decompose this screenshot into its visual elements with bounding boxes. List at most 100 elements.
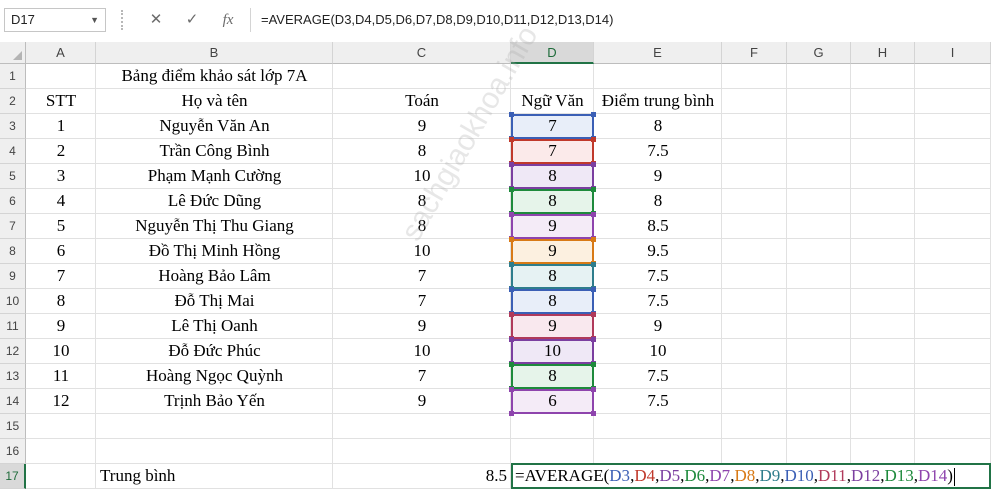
insert-function-icon[interactable]: fx [214, 8, 242, 32]
row-header-6[interactable]: 6 [0, 189, 26, 214]
row-header-9[interactable]: 9 [0, 264, 26, 289]
cell-h11[interactable] [851, 314, 915, 339]
cell-g14[interactable] [787, 389, 851, 414]
cell-d1[interactable] [511, 64, 594, 89]
select-all-corner[interactable] [0, 42, 26, 64]
cell-g11[interactable] [787, 314, 851, 339]
cell-h12[interactable] [851, 339, 915, 364]
column-header-f[interactable]: F [722, 42, 787, 64]
cell-f11[interactable] [722, 314, 787, 339]
cell-h4[interactable] [851, 139, 915, 164]
cell-f9[interactable] [722, 264, 787, 289]
cell-h14[interactable] [851, 389, 915, 414]
cell-c16[interactable] [333, 439, 511, 464]
cell-f1[interactable] [722, 64, 787, 89]
column-header-a[interactable]: A [26, 42, 96, 64]
cell-i14[interactable] [915, 389, 991, 414]
row-header-13[interactable]: 13 [0, 364, 26, 389]
row-header-14[interactable]: 14 [0, 389, 26, 414]
cell-a17[interactable] [26, 464, 96, 489]
cell-f15[interactable] [722, 414, 787, 439]
cell-i8[interactable] [915, 239, 991, 264]
column-header-g[interactable]: G [787, 42, 851, 64]
row-header-17[interactable]: 17 [0, 464, 26, 489]
row-header-2[interactable]: 2 [0, 89, 26, 114]
cell-f14[interactable] [722, 389, 787, 414]
cell-i12[interactable] [915, 339, 991, 364]
cell-i11[interactable] [915, 314, 991, 339]
cell-h10[interactable] [851, 289, 915, 314]
cell-g3[interactable] [787, 114, 851, 139]
row-header-16[interactable]: 16 [0, 439, 26, 464]
cancel-icon[interactable]: ✕ [142, 8, 170, 32]
cell-f3[interactable] [722, 114, 787, 139]
cell-i7[interactable] [915, 214, 991, 239]
cell-i3[interactable] [915, 114, 991, 139]
cell-g6[interactable] [787, 189, 851, 214]
cell-g12[interactable] [787, 339, 851, 364]
cell-h8[interactable] [851, 239, 915, 264]
cell-f8[interactable] [722, 239, 787, 264]
column-header-d[interactable]: D [511, 42, 594, 64]
cell-i13[interactable] [915, 364, 991, 389]
cell-h9[interactable] [851, 264, 915, 289]
cell-g1[interactable] [787, 64, 851, 89]
cell-h5[interactable] [851, 164, 915, 189]
cell-h2[interactable] [851, 89, 915, 114]
cell-a15[interactable] [26, 414, 96, 439]
row-header-7[interactable]: 7 [0, 214, 26, 239]
cell-g9[interactable] [787, 264, 851, 289]
editing-cell-d17[interactable]: =AVERAGE(D3,D4,D5,D6,D7,D8,D9,D10,D11,D1… [511, 463, 991, 489]
cell-f10[interactable] [722, 289, 787, 314]
cell-c15[interactable] [333, 414, 511, 439]
column-header-e[interactable]: E [594, 42, 722, 64]
cell-i5[interactable] [915, 164, 991, 189]
cell-d16[interactable] [511, 439, 594, 464]
cell-g4[interactable] [787, 139, 851, 164]
cell-g13[interactable] [787, 364, 851, 389]
cell-e1[interactable] [594, 64, 722, 89]
chevron-down-icon[interactable]: ▼ [90, 9, 99, 31]
cell-h3[interactable] [851, 114, 915, 139]
cell-f16[interactable] [722, 439, 787, 464]
cell-f2[interactable] [722, 89, 787, 114]
cell-i6[interactable] [915, 189, 991, 214]
cell-i1[interactable] [915, 64, 991, 89]
row-header-4[interactable]: 4 [0, 139, 26, 164]
row-header-12[interactable]: 12 [0, 339, 26, 364]
cell-g5[interactable] [787, 164, 851, 189]
cell-c1[interactable] [333, 64, 511, 89]
column-header-i[interactable]: I [915, 42, 991, 64]
cell-d15[interactable] [511, 414, 594, 439]
cell-f4[interactable] [722, 139, 787, 164]
cell-h7[interactable] [851, 214, 915, 239]
cell-g8[interactable] [787, 239, 851, 264]
name-box[interactable]: D17 ▼ [4, 8, 106, 32]
cell-f6[interactable] [722, 189, 787, 214]
cell-h1[interactable] [851, 64, 915, 89]
cell-f12[interactable] [722, 339, 787, 364]
row-header-1[interactable]: 1 [0, 64, 26, 89]
cell-h15[interactable] [851, 414, 915, 439]
column-header-h[interactable]: H [851, 42, 915, 64]
enter-icon[interactable]: ✓ [178, 8, 206, 32]
formula-input[interactable]: =AVERAGE(D3,D4,D5,D6,D7,D8,D9,D10,D11,D1… [250, 8, 991, 32]
cell-h6[interactable] [851, 189, 915, 214]
cell-h13[interactable] [851, 364, 915, 389]
cell-i15[interactable] [915, 414, 991, 439]
row-header-10[interactable]: 10 [0, 289, 26, 314]
cell-g7[interactable] [787, 214, 851, 239]
cell-h16[interactable] [851, 439, 915, 464]
cell-e15[interactable] [594, 414, 722, 439]
cell-i4[interactable] [915, 139, 991, 164]
cell-i2[interactable] [915, 89, 991, 114]
cell-i9[interactable] [915, 264, 991, 289]
cell-b16[interactable] [96, 439, 333, 464]
cell-a1[interactable] [26, 64, 96, 89]
cell-i16[interactable] [915, 439, 991, 464]
cell-f5[interactable] [722, 164, 787, 189]
cell-f13[interactable] [722, 364, 787, 389]
row-header-5[interactable]: 5 [0, 164, 26, 189]
cell-i10[interactable] [915, 289, 991, 314]
formula-bar-grip[interactable] [121, 10, 123, 30]
